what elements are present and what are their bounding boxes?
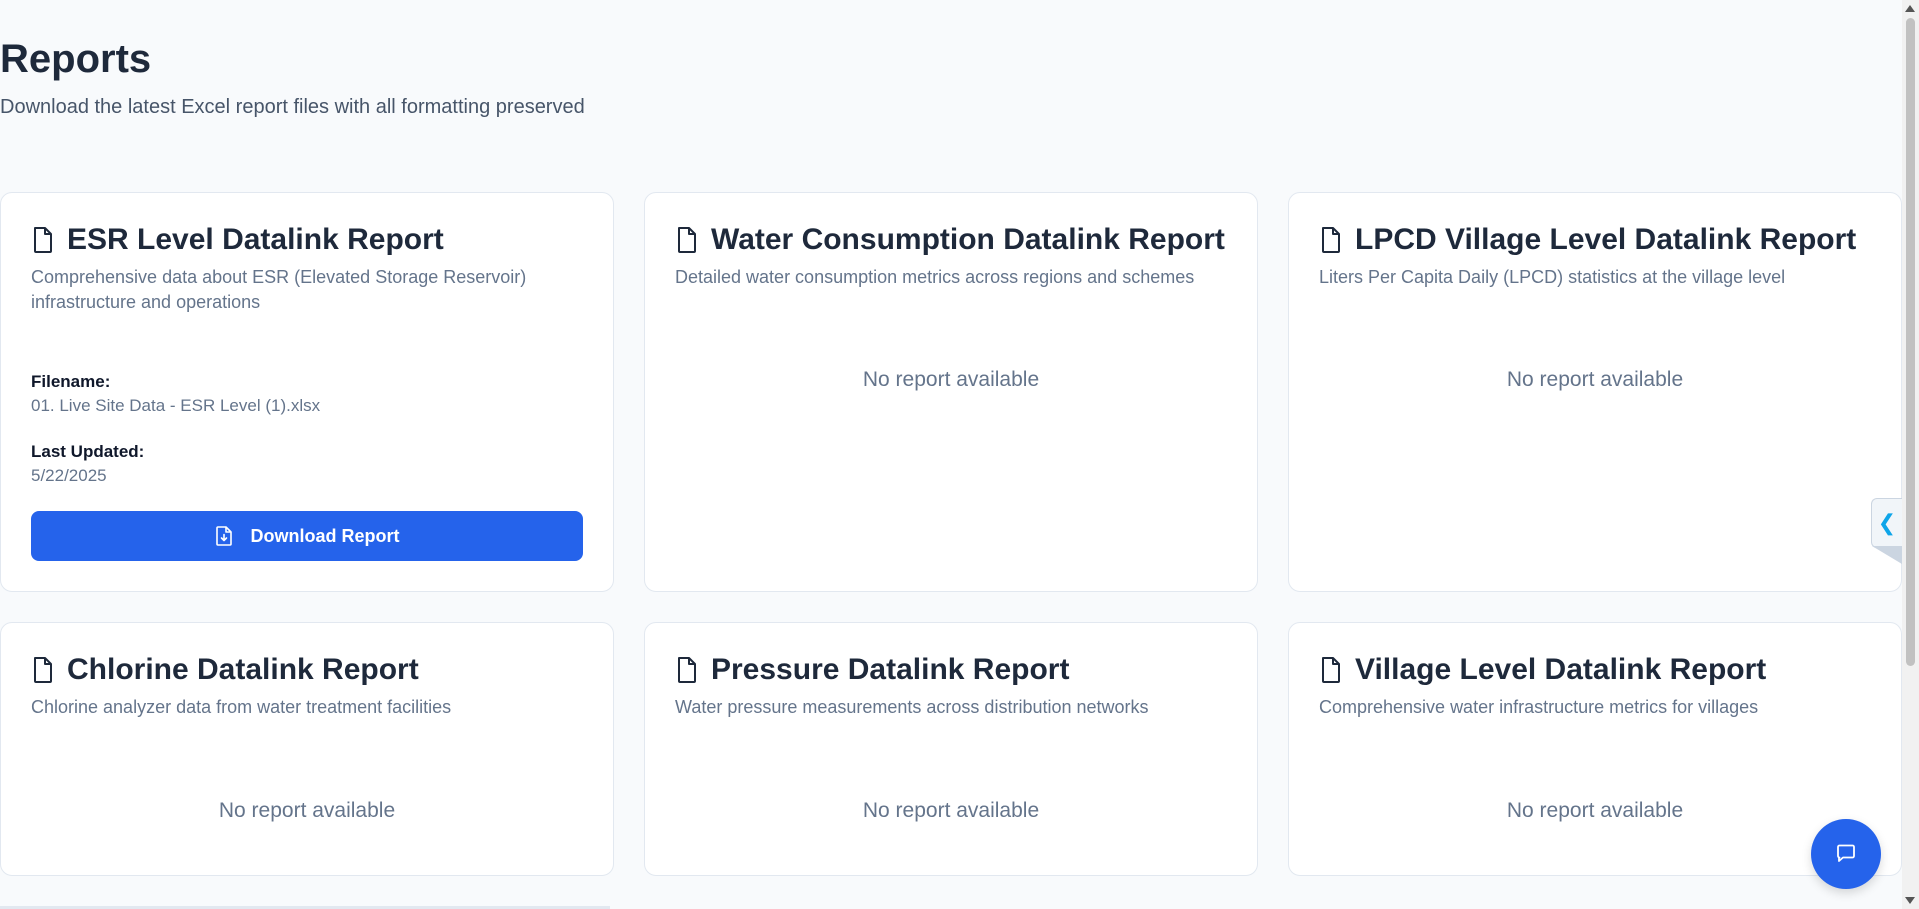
card-header: Village Level Datalink Report [1319,651,1871,689]
card-header: LPCD Village Level Datalink Report [1319,221,1871,259]
no-report-message: No report available [1506,368,1684,391]
card-title: Chlorine Datalink Report [67,653,419,686]
report-card-chlorine: Chlorine Datalink Report Chlorine analyz… [0,622,614,876]
card-header: ESR Level Datalink Report [31,221,583,259]
file-icon [1322,657,1340,683]
filename-block: Filename: 01. Live Site Data - ESR Level… [31,371,320,419]
card-description: Chlorine analyzer data from water treatm… [31,697,452,717]
report-card-esr-level: ESR Level Datalink Report Comprehensive … [0,192,614,592]
chat-icon [1837,844,1855,862]
card-header: Pressure Datalink Report [675,651,1227,689]
file-icon [678,657,696,683]
no-report-message: No report available [862,799,1040,822]
scroll-up-arrow-icon[interactable] [1905,5,1915,12]
last-updated-value: 5/22/2025 [31,466,107,485]
report-card-pressure: Pressure Datalink Report Water pressure … [644,622,1258,876]
download-button-label: Download Report [250,525,400,546]
scroll-down-arrow-icon[interactable] [1905,897,1915,904]
vertical-scrollbar[interactable] [1902,0,1919,909]
page-header: Reports Download the latest Excel report… [0,34,585,120]
card-title: Water Consumption Datalink Report [711,223,1225,256]
no-report-message: No report available [1506,799,1684,822]
reports-page: Reports Download the latest Excel report… [0,0,1919,909]
report-card-water-consumption: Water Consumption Datalink Report Detail… [644,192,1258,592]
card-title: ESR Level Datalink Report [67,223,444,256]
card-title: Village Level Datalink Report [1355,653,1767,686]
file-icon [34,657,52,683]
last-updated-label: Last Updated: [31,442,145,461]
side-panel-toggle[interactable]: ❮ [1871,498,1902,548]
no-report-message: No report available [862,368,1040,391]
side-panel-toggle-fold [1872,546,1902,564]
file-download-icon [215,526,232,546]
page-subtitle: Download the latest Excel report files w… [0,96,585,118]
no-report-message: No report available [218,799,396,822]
chat-button[interactable] [1811,819,1881,889]
filename-label: Filename: [31,372,111,391]
card-header: Chlorine Datalink Report [31,651,583,689]
card-header: Water Consumption Datalink Report [675,221,1227,259]
report-card-village-level: Village Level Datalink Report Comprehens… [1288,622,1902,876]
file-icon [678,227,696,253]
reports-grid: ESR Level Datalink Report Comprehensive … [0,192,1902,876]
card-title: LPCD Village Level Datalink Report [1355,223,1857,256]
filename-value: 01. Live Site Data - ESR Level (1).xlsx [31,396,321,415]
download-report-button[interactable]: Download Report [31,511,583,561]
last-updated-block: Last Updated: 5/22/2025 [31,441,144,489]
card-description: Comprehensive water infrastructure metri… [1319,697,1759,717]
file-icon [34,227,52,253]
report-card-lpcd-village-level: LPCD Village Level Datalink Report Liter… [1288,192,1902,592]
card-title: Pressure Datalink Report [711,653,1070,686]
card-description: Comprehensive data about ESR (Elevated S… [31,267,527,312]
chevron-left-icon: ❮ [1877,510,1897,535]
card-description: Detailed water consumption metrics acros… [675,267,1195,287]
scrollbar-thumb[interactable] [1906,18,1915,666]
card-description: Liters Per Capita Daily (LPCD) statistic… [1319,267,1786,287]
page-title: Reports [0,37,152,81]
file-icon [1322,227,1340,253]
card-description: Water pressure measurements across distr… [675,697,1149,717]
